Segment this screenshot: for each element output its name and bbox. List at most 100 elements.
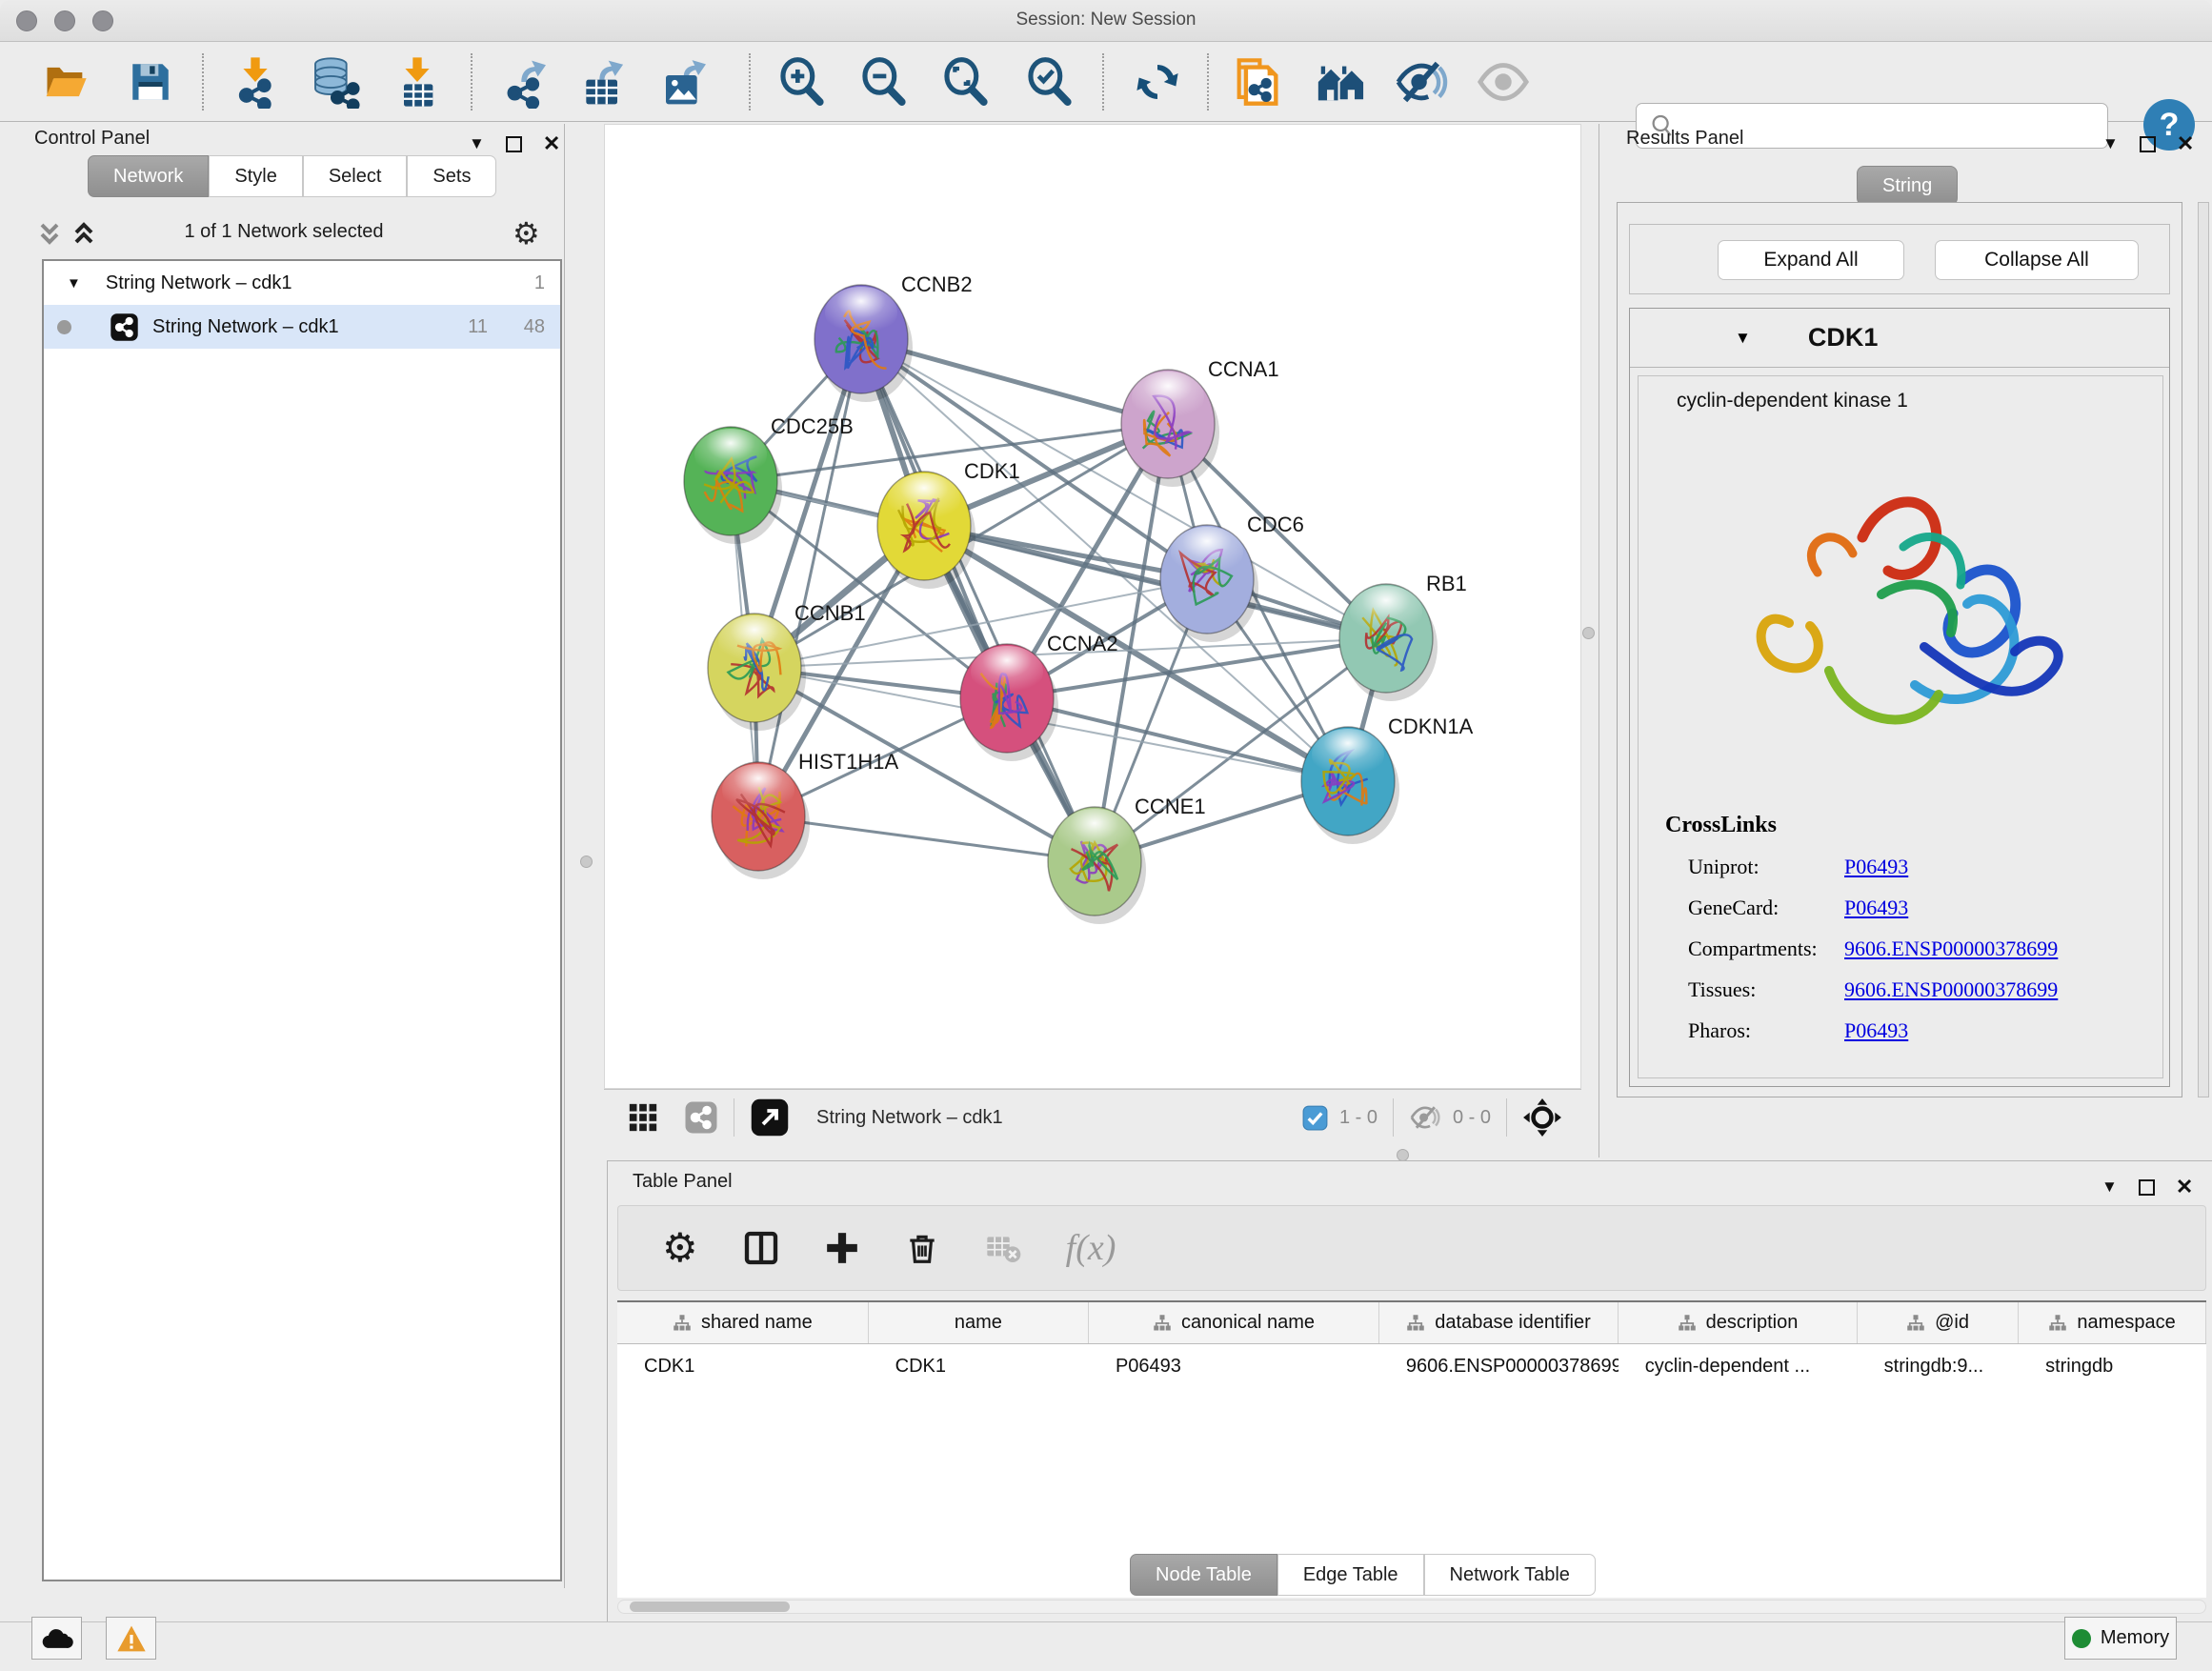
column-header-namespace[interactable]: namespace [2019, 1302, 2206, 1343]
delete-column-icon[interactable] [904, 1230, 940, 1266]
show-columns-icon[interactable] [742, 1229, 780, 1267]
results-panel: Results Panel ▼ ✕ String Expand All Coll… [1599, 124, 2212, 1158]
table-panel-collapse-icon[interactable]: ▼ [2101, 1178, 2118, 1197]
crosslink-tissues-link[interactable]: 9606.ENSP00000378699 [1844, 977, 2058, 1002]
column-header--id[interactable]: @id [1858, 1302, 2019, 1343]
network-view-title: String Network – cdk1 [816, 1107, 1003, 1129]
window-zoom-button[interactable] [92, 10, 113, 31]
import-table-icon[interactable] [389, 53, 446, 111]
birds-eye-grid-icon[interactable] [627, 1101, 659, 1134]
column-header-description[interactable]: description [1619, 1302, 1858, 1343]
import-network-database-icon[interactable] [307, 53, 364, 111]
network-node-RB1[interactable]: RB1 [1339, 572, 1467, 701]
tab-network[interactable]: Network [88, 155, 209, 197]
zoom-out-icon[interactable] [855, 53, 913, 111]
selected-checkbox-icon[interactable] [1302, 1105, 1328, 1131]
table-row[interactable]: CDK1CDK1P064939606.ENSP00000378699cyclin… [617, 1344, 2206, 1388]
export-network-icon[interactable] [497, 53, 554, 111]
open-session-icon[interactable] [37, 53, 94, 111]
network-row-selected[interactable]: String Network – cdk1 11 48 [44, 305, 560, 349]
table-options-gear-icon[interactable]: ⚙ [662, 1228, 698, 1268]
export-image-icon[interactable] [657, 53, 714, 111]
results-panel-collapse-icon[interactable]: ▼ [2102, 134, 2119, 153]
function-builder-icon: f(x) [1066, 1227, 1116, 1269]
network-node-CCNB2[interactable]: CCNB2 [814, 272, 973, 402]
node-result-header[interactable]: ▼ CDK1 [1630, 309, 2169, 368]
network-node-CCNE1[interactable]: CCNE1 [1048, 795, 1206, 924]
results-panel-close-icon[interactable]: ✕ [2177, 131, 2194, 156]
node-table-header: shared namenamecanonical namedatabase id… [617, 1302, 2206, 1344]
node-label-CCNB2: CCNB2 [901, 272, 973, 296]
network-canvas[interactable]: CCNB2CCNA1CDC25BCDK1CDC6RB1CCNB1CCNA2CDK… [604, 124, 1581, 1089]
table-tabs: Node Table Edge Table Network Table [1130, 1554, 1596, 1596]
network-share-icon[interactable] [684, 1100, 718, 1135]
window-close-button[interactable] [16, 10, 37, 31]
collection-expander-icon[interactable]: ▼ [67, 275, 81, 292]
hidden-eye-icon [1409, 1101, 1441, 1134]
column-header-canonical-name[interactable]: canonical name [1089, 1302, 1379, 1343]
memory-button[interactable]: Memory [2064, 1617, 2177, 1660]
zoom-fit-icon[interactable] [937, 53, 995, 111]
right-splitter-handle[interactable] [1582, 627, 1595, 639]
tab-select[interactable]: Select [303, 155, 408, 197]
crosslink-genecard-link[interactable]: P06493 [1844, 896, 1908, 920]
column-header-shared-name[interactable]: shared name [617, 1302, 869, 1343]
network-node-count: 11 [468, 316, 488, 338]
collapse-all-button[interactable]: Collapse All [1935, 240, 2139, 280]
export-table-icon[interactable] [575, 53, 633, 111]
network-options-gear-icon[interactable]: ⚙ [513, 215, 540, 252]
results-panel-float-icon[interactable] [2140, 136, 2156, 152]
add-column-icon[interactable] [824, 1230, 860, 1266]
network-edge-CCNB2-CCNE1[interactable] [861, 339, 1095, 861]
crosslink-pharos-link[interactable]: P06493 [1844, 1018, 1908, 1043]
left-splitter-handle[interactable] [580, 856, 593, 868]
network-node-CDC6[interactable]: CDC6 [1160, 513, 1304, 642]
import-network-icon[interactable] [227, 53, 284, 111]
network-edge-CCNB2-HIST1H1A[interactable] [758, 339, 861, 816]
show-all-icon[interactable] [1475, 53, 1532, 111]
node-label-CDK1: CDK1 [964, 459, 1020, 483]
control-panel-close-icon[interactable]: ✕ [543, 131, 560, 156]
results-scrollbar[interactable] [2198, 202, 2209, 1097]
network-node-HIST1H1A[interactable]: HIST1H1A [712, 750, 898, 879]
tab-edge-table[interactable]: Edge Table [1277, 1554, 1424, 1596]
expand-all-button[interactable]: Expand All [1718, 240, 1904, 280]
network-node-CCNA1[interactable]: CCNA1 [1121, 357, 1279, 487]
table-panel-float-icon[interactable] [2139, 1179, 2155, 1196]
pan-tool-icon[interactable] [1522, 1097, 1562, 1137]
column-header-database-identifier[interactable]: database identifier [1379, 1302, 1619, 1343]
crosslink-compartments-link[interactable]: 9606.ENSP00000378699 [1844, 936, 2058, 961]
detach-view-icon[interactable] [750, 1097, 790, 1137]
save-session-icon[interactable] [122, 53, 179, 111]
window-minimize-button[interactable] [54, 10, 75, 31]
collection-label: String Network – cdk1 [106, 272, 292, 294]
column-header-name[interactable]: name [869, 1302, 1089, 1343]
zoom-selected-icon[interactable] [1021, 53, 1078, 111]
network-collection-row[interactable]: ▼ String Network – cdk1 1 [44, 261, 560, 305]
control-panel-float-icon[interactable] [506, 136, 522, 152]
network-node-CDC25B[interactable]: CDC25B [684, 414, 854, 544]
zoom-in-icon[interactable] [774, 53, 831, 111]
hide-selected-icon[interactable] [1393, 53, 1450, 111]
collapse-all-networks-icon[interactable] [70, 219, 97, 248]
refresh-icon[interactable] [1129, 53, 1186, 111]
new-network-from-selection-icon[interactable] [1229, 53, 1286, 111]
tab-node-table[interactable]: Node Table [1130, 1554, 1277, 1596]
warnings-button[interactable] [106, 1617, 156, 1660]
crosslink-uniprot-link[interactable]: P06493 [1844, 855, 1908, 879]
network-node-CCNA2[interactable]: CCNA2 [960, 632, 1118, 761]
control-panel-collapse-icon[interactable]: ▼ [469, 134, 485, 153]
network-node-CDKN1A[interactable]: CDKN1A [1301, 715, 1474, 844]
tab-sets[interactable]: Sets [407, 155, 496, 197]
collection-count: 1 [534, 272, 545, 294]
expand-all-networks-icon[interactable] [36, 219, 63, 248]
first-neighbors-icon[interactable] [1313, 53, 1370, 111]
table-panel-close-icon[interactable]: ✕ [2176, 1175, 2193, 1199]
tab-style[interactable]: Style [209, 155, 302, 197]
node-result-expander-icon[interactable]: ▼ [1735, 329, 1751, 348]
tab-string[interactable]: String [1857, 166, 1958, 206]
network-edge-count: 48 [524, 316, 545, 338]
table-horizontal-scrollbar[interactable] [617, 1600, 2206, 1614]
tab-network-table[interactable]: Network Table [1424, 1554, 1596, 1596]
cloud-status-button[interactable] [31, 1617, 82, 1660]
